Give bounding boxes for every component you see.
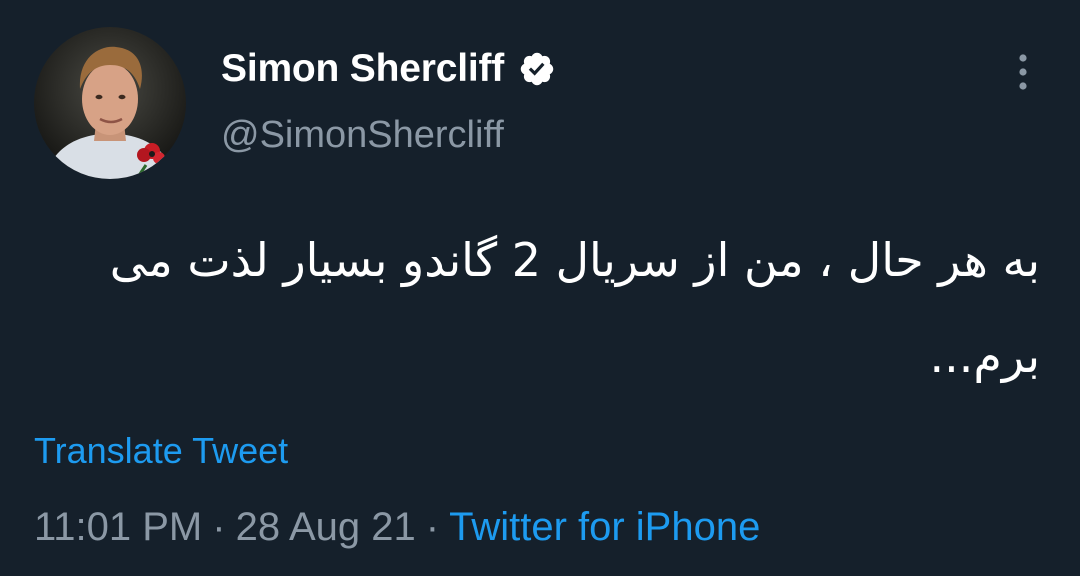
author-display-name[interactable]: Simon Shercliff xyxy=(221,47,504,91)
author-avatar[interactable] xyxy=(34,27,186,179)
tweet-text: به هر حال ، من از سریال 2 گاندو بسیار لذ… xyxy=(109,233,1040,383)
verified-badge-icon xyxy=(518,50,556,88)
tweet-metadata: 11:01 PM · 28 Aug 21 · Twitter for iPhone xyxy=(34,505,760,550)
author-handle[interactable]: @SimonShercliff xyxy=(221,114,504,157)
tweet-source-link[interactable]: Twitter for iPhone xyxy=(449,505,760,549)
author-name-row[interactable]: Simon Shercliff xyxy=(221,46,556,92)
meta-separator: · xyxy=(212,505,226,549)
tweet-card: Simon Shercliff @SimonShercliff به هر حا… xyxy=(0,0,1080,576)
tweet-date[interactable]: 28 Aug 21 xyxy=(236,505,416,549)
translate-tweet-link[interactable]: Translate Tweet xyxy=(34,430,288,472)
meta-separator: · xyxy=(425,505,440,549)
tweet-time[interactable]: 11:01 PM xyxy=(34,505,202,549)
vertical-ellipsis-icon[interactable] xyxy=(1008,50,1038,94)
profile-photo-icon xyxy=(34,27,186,179)
